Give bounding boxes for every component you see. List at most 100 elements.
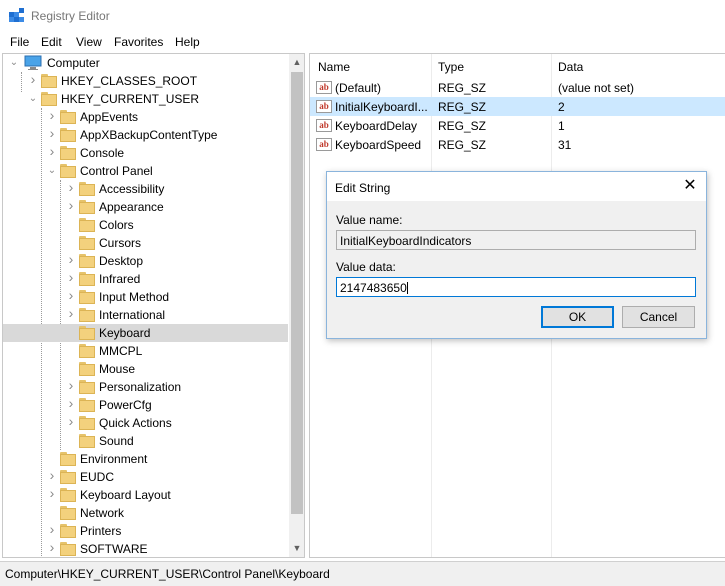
value-row[interactable]: ab KeyboardSpeed REG_SZ 31 <box>310 135 725 154</box>
tree-item-keyboard[interactable]: Keyboard <box>3 324 288 342</box>
folder-icon <box>79 416 95 430</box>
chevron-right-icon[interactable]: › <box>66 414 76 428</box>
tree-item-international[interactable]: › International <box>3 306 288 324</box>
chevron-right-icon[interactable]: › <box>47 486 57 500</box>
value-row[interactable]: ab KeyboardDelay REG_SZ 1 <box>310 116 725 135</box>
tree-item-desktop[interactable]: › Desktop <box>3 252 288 270</box>
value-data: 31 <box>558 138 572 152</box>
registry-tree[interactable]: ⌄ Computer › HKEY_CLASSES_ROOT ⌄ HKEY_CURRE… <box>2 53 305 558</box>
tree-item-hkey-classes-root[interactable]: › HKEY_CLASSES_ROOT <box>3 72 288 90</box>
chevron-right-icon[interactable]: › <box>66 396 76 410</box>
folder-icon <box>60 452 76 466</box>
tree-item-label: HKEY_CLASSES_ROOT <box>61 74 198 88</box>
value-data-text: 2147483650 <box>340 281 407 295</box>
tree-item-computer[interactable]: ⌄ Computer <box>3 54 288 72</box>
value-row[interactable]: ab (Default) REG_SZ (value not set) <box>310 78 725 97</box>
value-data: 2 <box>558 100 565 114</box>
value-name-field: InitialKeyboardIndicators <box>336 230 696 250</box>
tree-scrollbar[interactable]: ▲ ▼ <box>289 54 304 557</box>
tree-item-appevents[interactable]: › AppEvents <box>3 108 288 126</box>
tree-item-eudc[interactable]: › EUDC <box>3 468 288 486</box>
tree-item-label: Mouse <box>99 362 136 376</box>
tree-item-label: AppXBackupContentType <box>80 128 218 142</box>
chevron-down-icon[interactable]: ⌄ <box>47 166 57 176</box>
folder-icon <box>79 398 95 412</box>
tree-item-infrared[interactable]: › Infrared <box>3 270 288 288</box>
tree-item-powercfg[interactable]: › PowerCfg <box>3 396 288 414</box>
tree-item-mouse[interactable]: Mouse <box>3 360 288 378</box>
tree-item-appearance[interactable]: › Appearance <box>3 198 288 216</box>
folder-icon <box>79 434 95 448</box>
folder-icon <box>41 74 57 88</box>
scroll-up-arrow-icon[interactable]: ▲ <box>289 54 304 71</box>
window-titlebar: Registry Editor <box>0 0 725 31</box>
tree-item-label: HKEY_CURRENT_USER <box>61 92 200 106</box>
tree-item-input-method[interactable]: › Input Method <box>3 288 288 306</box>
tree-item-label: Printers <box>80 524 122 538</box>
menu-edit[interactable]: Edit <box>41 35 62 49</box>
chevron-right-icon[interactable]: › <box>28 72 38 86</box>
folder-icon <box>60 110 76 124</box>
chevron-right-icon[interactable]: › <box>47 126 57 140</box>
column-header-name[interactable]: Name <box>318 54 350 78</box>
status-bar: Computer\HKEY_CURRENT_USER\Control Panel… <box>0 561 725 586</box>
chevron-right-icon[interactable]: › <box>47 522 57 536</box>
tree-item-environment[interactable]: Environment <box>3 450 288 468</box>
dialog-titlebar[interactable]: Edit String ✕ <box>327 172 706 201</box>
tree-item-label: Accessibility <box>99 182 165 196</box>
tree-item-hkey-current-user[interactable]: ⌄ HKEY_CURRENT_USER <box>3 90 288 108</box>
tree-item-control-panel[interactable]: ⌄ Control Panel <box>3 162 288 180</box>
menu-file[interactable]: File <box>10 35 29 49</box>
chevron-right-icon[interactable]: › <box>47 468 57 482</box>
menu-view[interactable]: View <box>76 35 102 49</box>
chevron-right-icon[interactable]: › <box>66 198 76 212</box>
value-data: (value not set) <box>558 81 635 95</box>
tree-item-keyboard-layout[interactable]: › Keyboard Layout <box>3 486 288 504</box>
tree-item-software[interactable]: › SOFTWARE <box>3 540 288 557</box>
tree-item-mmcpl[interactable]: MMCPL <box>3 342 288 360</box>
chevron-right-icon[interactable]: › <box>66 180 76 194</box>
tree-item-label: International <box>99 308 166 322</box>
folder-icon <box>79 344 95 358</box>
string-value-icon: ab <box>316 81 332 94</box>
tree-item-cursors[interactable]: Cursors <box>3 234 288 252</box>
chevron-right-icon[interactable]: › <box>66 378 76 392</box>
value-data-input[interactable]: 2147483650 <box>336 277 696 297</box>
scroll-down-arrow-icon[interactable]: ▼ <box>289 540 304 557</box>
value-type: REG_SZ <box>438 138 487 152</box>
tree-item-printers[interactable]: › Printers <box>3 522 288 540</box>
chevron-down-icon[interactable]: ⌄ <box>9 58 19 68</box>
menu-help[interactable]: Help <box>175 35 200 49</box>
chevron-right-icon[interactable]: › <box>47 540 57 554</box>
tree-item-personalization[interactable]: › Personalization <box>3 378 288 396</box>
chevron-right-icon[interactable]: › <box>66 252 76 266</box>
chevron-right-icon[interactable]: › <box>47 108 57 122</box>
chevron-right-icon[interactable]: › <box>66 306 76 320</box>
tree-item-label: Network <box>80 506 125 520</box>
tree-item-sound[interactable]: Sound <box>3 432 288 450</box>
chevron-down-icon[interactable]: ⌄ <box>28 94 38 104</box>
ok-button[interactable]: OK <box>541 306 614 328</box>
scroll-thumb[interactable] <box>291 72 303 514</box>
tree-item-quick-actions[interactable]: › Quick Actions <box>3 414 288 432</box>
column-header-type[interactable]: Type <box>438 54 464 78</box>
close-icon[interactable]: ✕ <box>682 177 698 195</box>
tree-item-label: Sound <box>99 434 134 448</box>
string-value-icon: ab <box>316 119 332 132</box>
folder-icon <box>60 164 76 178</box>
tree-item-appxbackupcontenttype[interactable]: › AppXBackupContentType <box>3 126 288 144</box>
cancel-button[interactable]: Cancel <box>622 306 695 328</box>
tree-item-accessibility[interactable]: › Accessibility <box>3 180 288 198</box>
chevron-right-icon[interactable]: › <box>47 144 57 158</box>
tree-item-label: Environment <box>80 452 148 466</box>
chevron-right-icon[interactable]: › <box>66 288 76 302</box>
tree-item-console[interactable]: › Console <box>3 144 288 162</box>
menu-favorites[interactable]: Favorites <box>114 35 163 49</box>
chevron-right-icon[interactable]: › <box>66 270 76 284</box>
tree-item-network[interactable]: Network <box>3 504 288 522</box>
dialog-title: Edit String <box>335 181 391 195</box>
tree-item-label: Control Panel <box>80 164 153 178</box>
column-header-data[interactable]: Data <box>558 54 583 78</box>
value-row-selected[interactable]: ab InitialKeyboardI... REG_SZ 2 <box>310 97 725 116</box>
tree-item-colors[interactable]: Colors <box>3 216 288 234</box>
